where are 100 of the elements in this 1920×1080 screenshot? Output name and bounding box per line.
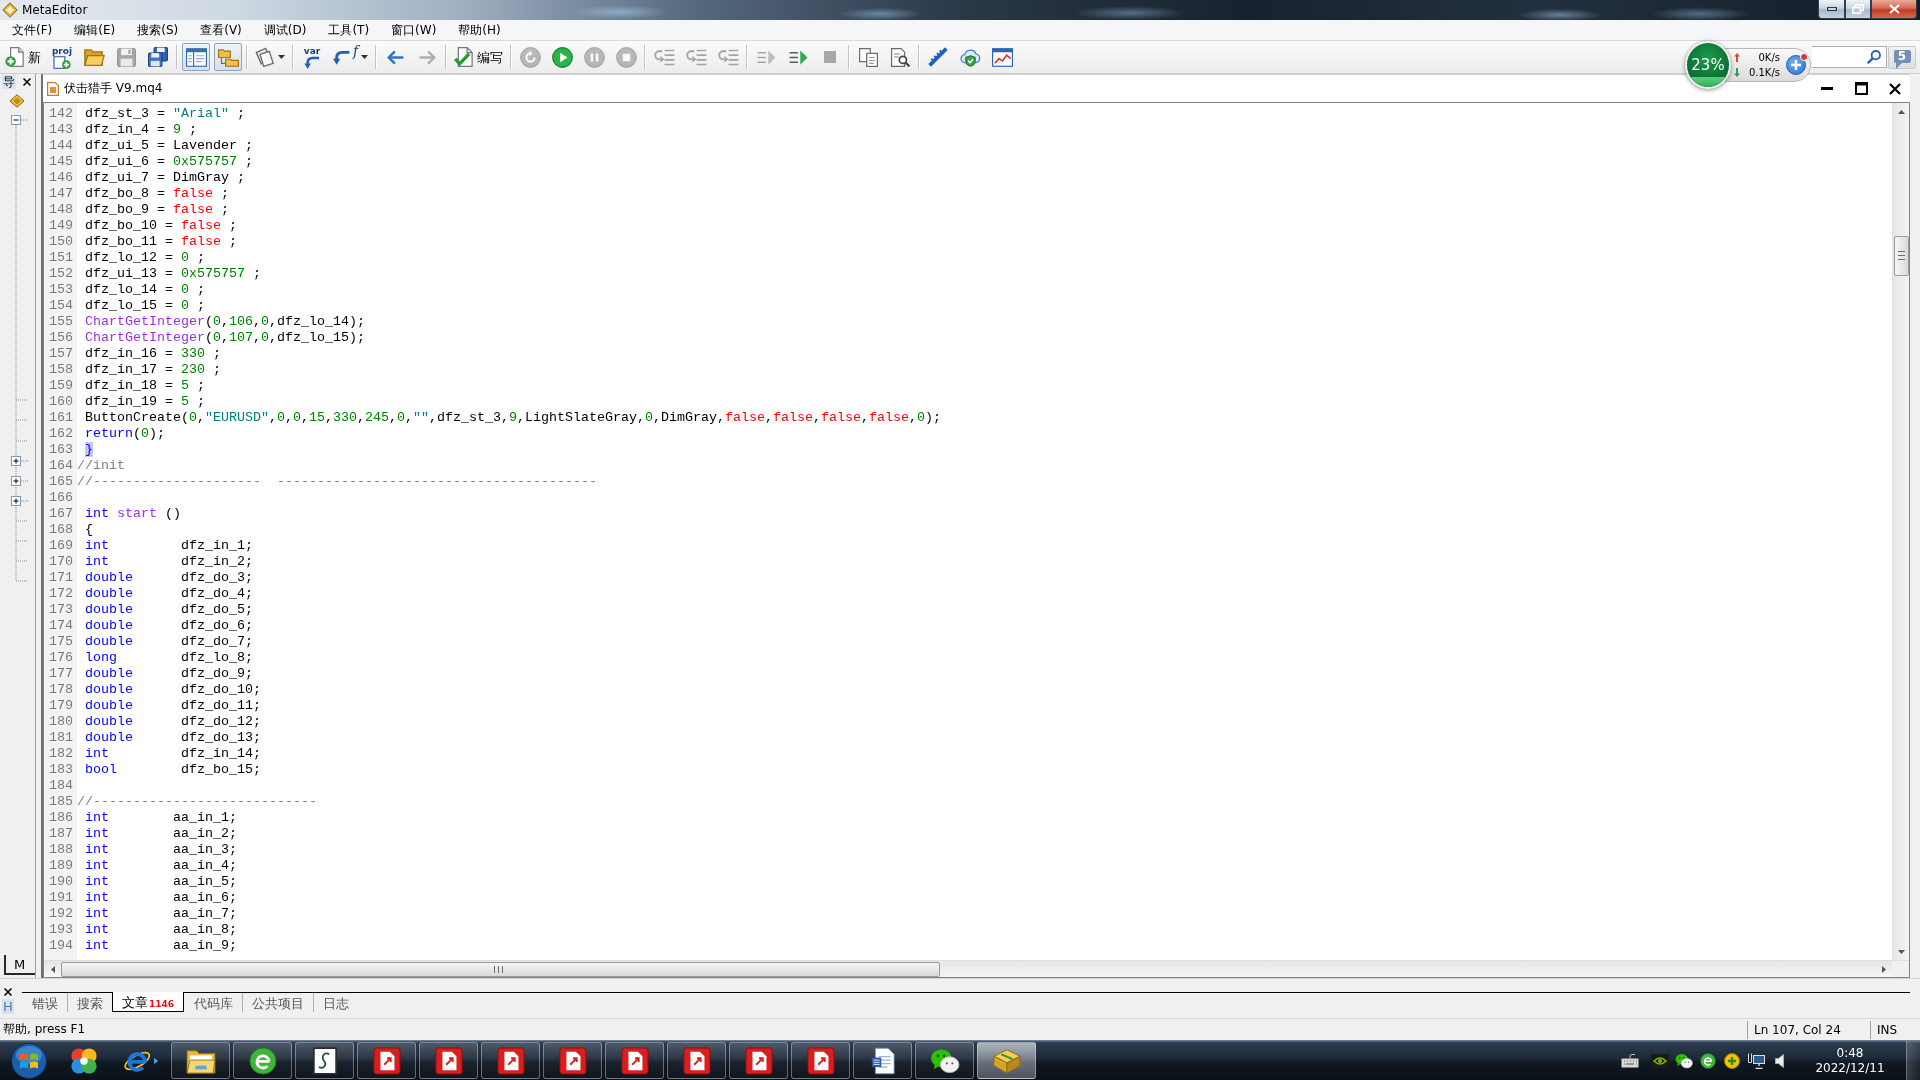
- left-arrow-icon: [386, 49, 404, 65]
- panel-tab[interactable]: 日志: [313, 993, 359, 1012]
- panel-tab[interactable]: 代码库: [184, 993, 243, 1012]
- taskbar-button[interactable]: [171, 1042, 230, 1079]
- minimize-button[interactable]: [1818, 0, 1845, 19]
- taskbar-button[interactable]: [543, 1042, 602, 1079]
- close-button[interactable]: [1871, 0, 1917, 19]
- cursor-position: Ln 107, Col 24: [1747, 1020, 1870, 1039]
- taskbar-button[interactable]: [853, 1042, 912, 1079]
- code-line: dfz_in_19 = 5 ;: [84, 394, 205, 410]
- taskbar-button[interactable]: [481, 1042, 540, 1079]
- menu-item[interactable]: 查看(V): [189, 20, 253, 40]
- taskbar-button[interactable]: [419, 1042, 478, 1079]
- code-line: double dfz_do_5;: [84, 602, 253, 618]
- speaker-icon[interactable]: [1775, 1053, 1785, 1068]
- menu-item[interactable]: 调试(D): [252, 20, 318, 40]
- menu-item[interactable]: 文件(F): [1, 20, 64, 40]
- plus-circle-icon[interactable]: [1724, 1052, 1740, 1069]
- line-number: 187: [48, 826, 74, 842]
- menu-item[interactable]: 窗口(W): [380, 20, 448, 40]
- search-field[interactable]: [1812, 46, 1887, 68]
- line-number: 163: [48, 442, 74, 458]
- restore-button[interactable]: [1845, 0, 1871, 19]
- taskbar-button[interactable]: [295, 1042, 354, 1079]
- up-arrow-icon: [1734, 53, 1740, 62]
- curved-arrow-lines-icon: [685, 47, 707, 67]
- line-number: 184: [48, 778, 74, 794]
- line-number: 186: [48, 810, 74, 826]
- compile-button[interactable]: 编写: [451, 43, 507, 71]
- panel-side-label: H: [2, 999, 14, 1014]
- expand-icon[interactable]: [11, 456, 21, 466]
- close-icon: [1889, 82, 1901, 95]
- right-arrow-icon: [1881, 965, 1886, 973]
- minimize-icon: [1821, 87, 1833, 90]
- line-number: 178: [48, 682, 74, 698]
- script-document-icon: [312, 1046, 337, 1075]
- show-desktop-button[interactable]: [1906, 1041, 1920, 1080]
- code-line: int aa_in_2;: [84, 826, 237, 842]
- taskbar-button[interactable]: [667, 1042, 726, 1079]
- taskbar-button[interactable]: [915, 1042, 974, 1079]
- toolbox-toggle[interactable]: [214, 43, 242, 71]
- memory-ball[interactable]: 23%: [1687, 43, 1729, 87]
- code-line: int aa_in_6;: [84, 890, 237, 906]
- taskbar-button[interactable]: [791, 1042, 850, 1079]
- maximize-icon: [1854, 82, 1868, 95]
- code-line: dfz_in_4 = 9 ;: [84, 122, 197, 138]
- line-number: 179: [48, 698, 74, 714]
- close-icon[interactable]: [4, 988, 12, 996]
- line-number: 153: [48, 282, 74, 298]
- diamond-icon[interactable]: [9, 94, 25, 108]
- line-number: 168: [48, 522, 74, 538]
- expand-icon[interactable]: [11, 496, 21, 506]
- search-icon[interactable]: [1867, 50, 1881, 64]
- folders-icon: [217, 47, 239, 67]
- eye-logo-icon[interactable]: [1651, 1053, 1669, 1068]
- code-line: ButtonCreate(0,"EURUSD",0,0,15,330,245,0,"",dfz_st_3,9,LightSlateGray,0,DimGray,false,false,false,false,0);: [84, 410, 941, 426]
- code-line: int dfz_in_14;: [84, 746, 261, 762]
- network-computer-icon[interactable]: [1747, 1052, 1765, 1069]
- function-dropdown-button[interactable]: f: [330, 43, 372, 71]
- variable-button[interactable]: var: [298, 43, 326, 71]
- line-number: 166: [48, 490, 74, 506]
- expand-icon[interactable]: [11, 476, 21, 486]
- add-button[interactable]: [1786, 55, 1806, 75]
- arrow-lines-icon: [788, 48, 808, 66]
- taskbar-button[interactable]: [233, 1042, 292, 1079]
- close-icon[interactable]: [23, 78, 31, 86]
- menu-item[interactable]: 搜索(S): [126, 20, 190, 40]
- new-project-button[interactable]: proj: [48, 43, 76, 71]
- scrollbar-thumb[interactable]: [1893, 236, 1909, 276]
- line-number: 156: [48, 330, 74, 346]
- collapse-icon[interactable]: [11, 115, 21, 125]
- new-file-button[interactable]: 新: [2, 43, 44, 71]
- panel-tab[interactable]: 公共项目: [242, 993, 314, 1012]
- code-line: int aa_in_3;: [84, 842, 237, 858]
- circle-e-icon: [248, 1046, 277, 1075]
- menu-item[interactable]: 帮助(H): [447, 20, 512, 40]
- line-number: 142: [48, 106, 74, 122]
- panel-tab[interactable]: 错误: [22, 993, 67, 1012]
- taskbar-button[interactable]: [357, 1042, 416, 1079]
- line-number: 150: [48, 234, 74, 250]
- menu-item[interactable]: 工具(T): [317, 20, 381, 40]
- line-number: 174: [48, 618, 74, 634]
- chat-bubbles-icon[interactable]: [1675, 1052, 1693, 1069]
- taskbar-button[interactable]: [729, 1042, 788, 1079]
- line-number: 188: [48, 842, 74, 858]
- taskbar-button[interactable]: [605, 1042, 664, 1079]
- document-search-icon: [890, 47, 910, 67]
- code-line: dfz_ui_13 = 0x575757 ;: [84, 266, 261, 282]
- keyboard-icon[interactable]: [1621, 1053, 1639, 1068]
- left-arrow-icon: [50, 965, 55, 973]
- scrollbar-thumb[interactable]: [61, 961, 940, 977]
- menu-item[interactable]: 编辑(E): [63, 20, 127, 40]
- line-number: 143: [48, 122, 74, 138]
- line-number: 164: [48, 458, 74, 474]
- navigator-toggle[interactable]: [182, 43, 210, 71]
- panel-tab[interactable]: 文章 1146: [112, 992, 185, 1012]
- box-icon: [991, 1046, 1022, 1075]
- line-number: 159: [48, 378, 74, 394]
- line-number: 194: [48, 938, 74, 954]
- circle-e-icon[interactable]: [1700, 1052, 1716, 1069]
